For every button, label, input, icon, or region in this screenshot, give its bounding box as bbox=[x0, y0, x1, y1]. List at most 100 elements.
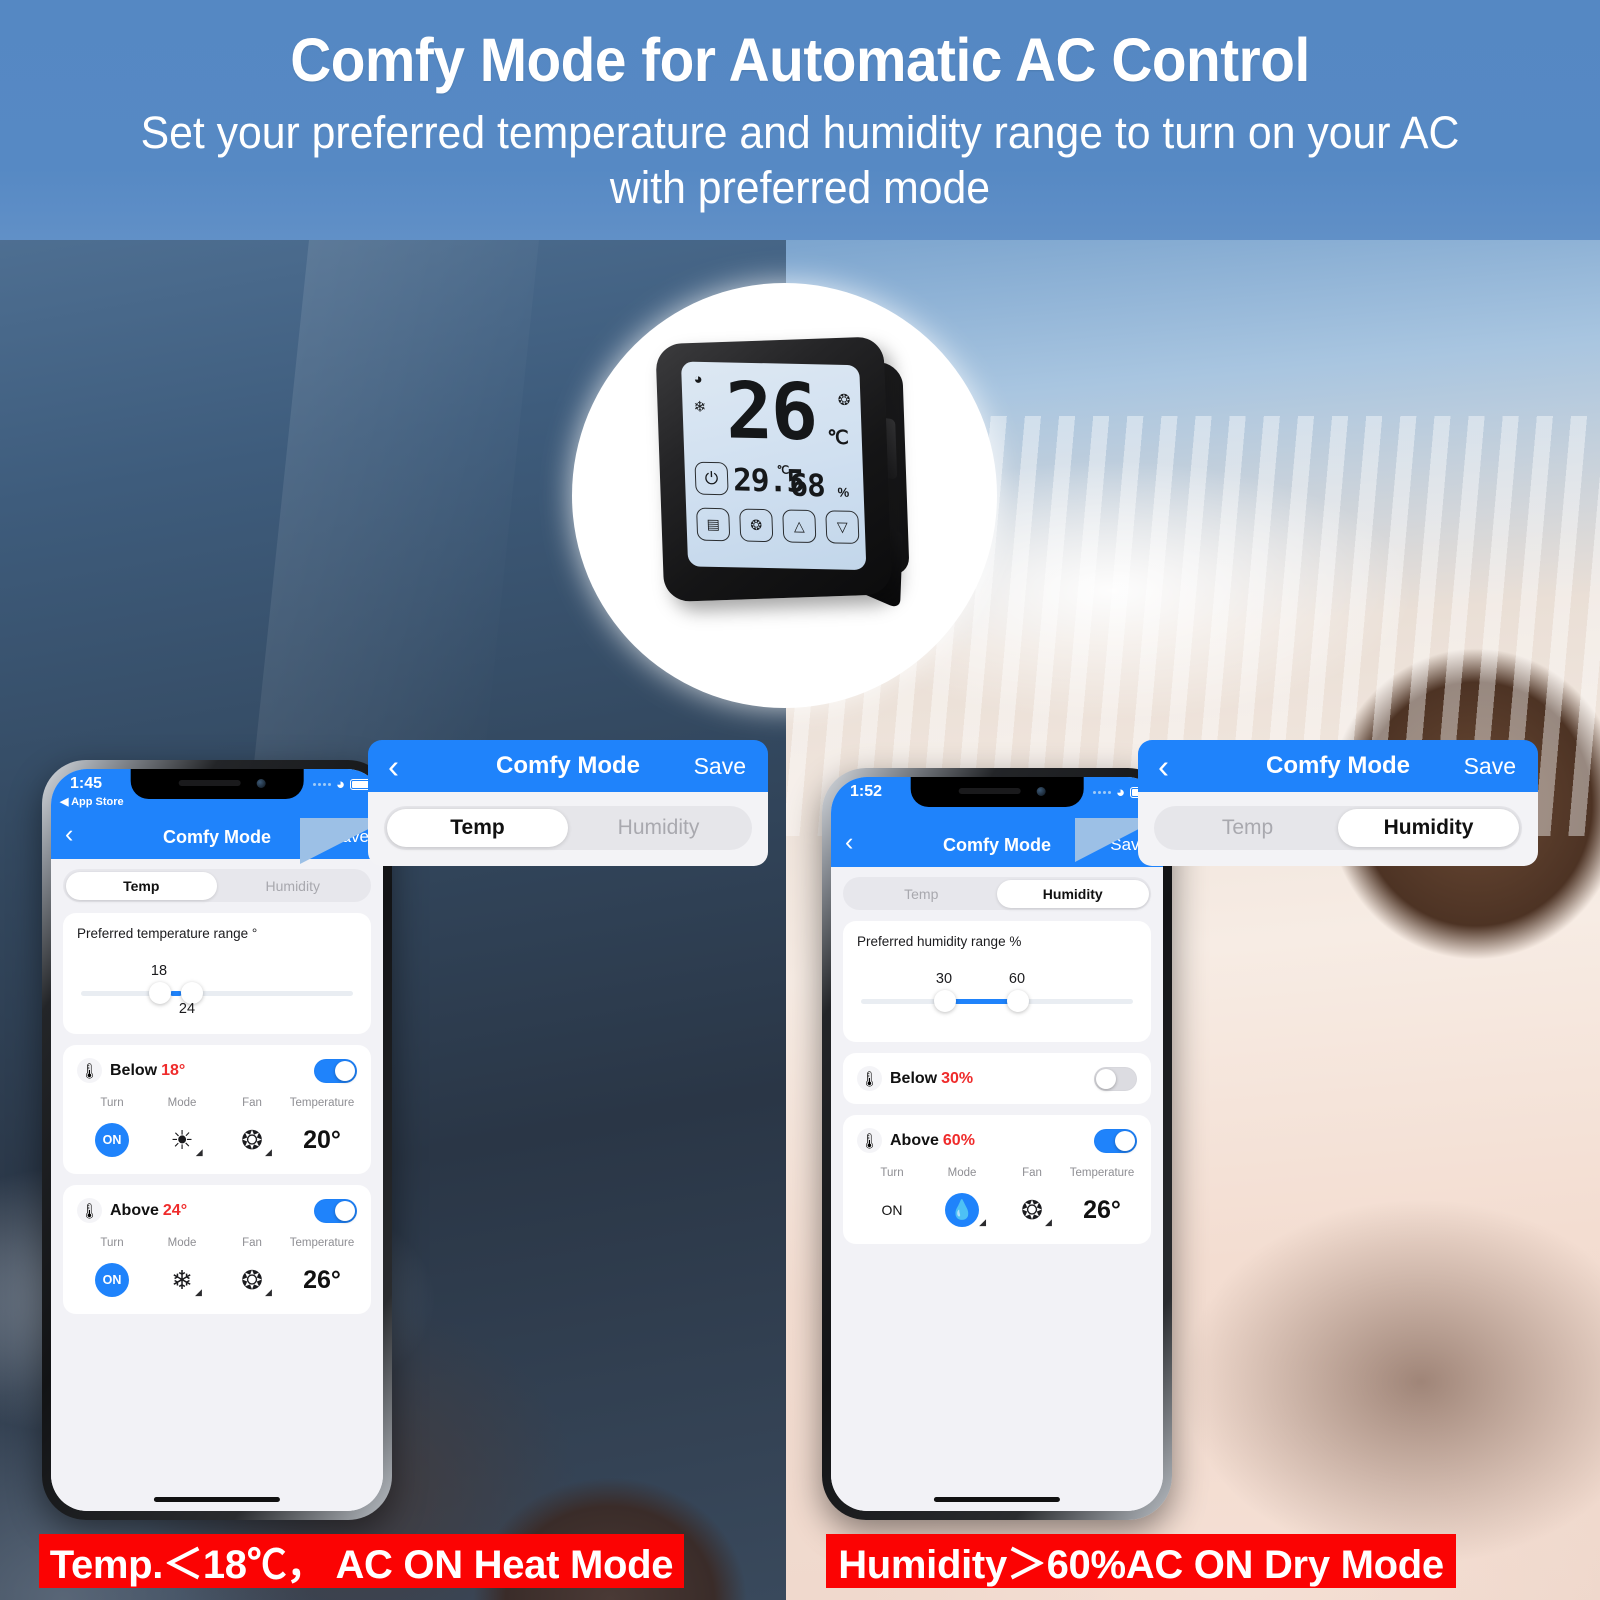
back-button[interactable]: ‹ bbox=[388, 750, 399, 783]
col-label: Turn bbox=[880, 1167, 904, 1179]
callout-body-left: Temp Humidity bbox=[368, 792, 768, 866]
tab-temp[interactable]: Temp bbox=[846, 880, 998, 908]
water-drop-dry-icon[interactable]: 💧 ◢ bbox=[945, 1193, 986, 1227]
device-humidity: 68 bbox=[788, 467, 826, 505]
humidity-range-slider[interactable]: 30 60 bbox=[857, 955, 1137, 1027]
dropdown-corner-icon: ◢ bbox=[194, 1286, 202, 1297]
rule-toggle[interactable] bbox=[314, 1058, 357, 1083]
back-button[interactable]: ‹ bbox=[845, 830, 853, 855]
range-card-left: Preferred temperature range ° 18 24 bbox=[63, 913, 371, 1034]
rule-card-above: 🌡 Above 24° Turn ON Mode ❄ ◢ Fan ❂ ◢ Tem… bbox=[63, 1185, 371, 1314]
tab-temp[interactable]: Temp bbox=[1157, 809, 1338, 847]
rule-condition-value: 60% bbox=[942, 1131, 975, 1149]
thermometer-icon: 🌡 bbox=[857, 1128, 882, 1153]
tab-humidity[interactable]: Humidity bbox=[217, 872, 369, 900]
header-banner: Comfy Mode for Automatic AC Control Set … bbox=[0, 0, 1600, 240]
arrow-up-icon[interactable]: △ bbox=[782, 509, 817, 544]
tab-temp[interactable]: Temp bbox=[65, 871, 217, 900]
callout-tab-group-right: Temp Humidity bbox=[1154, 806, 1522, 850]
col-label: Temperature bbox=[1069, 1167, 1135, 1179]
fan-icon[interactable]: ❂ ◢ bbox=[241, 1265, 272, 1297]
rule-condition-value: 18° bbox=[161, 1061, 186, 1079]
status-time: 1:52 bbox=[850, 783, 883, 800]
col-temperature: Temperature 26° bbox=[1067, 1167, 1137, 1229]
temperature-range-slider[interactable]: 18 24 bbox=[77, 947, 357, 1019]
device-lcd-screen: ◕ ❄ ❂ 26 ℃ ⏻ 29.5 ℃ 68 % ▤ ❂ △ ▽ bbox=[680, 361, 867, 571]
rule-toggle[interactable] bbox=[1094, 1066, 1137, 1091]
tab-humidity[interactable]: Humidity bbox=[1338, 809, 1519, 847]
save-button[interactable]: Save bbox=[1464, 753, 1516, 780]
page-subtitle: Set your preferred temperature and humid… bbox=[140, 107, 1460, 213]
callout-nav-left: ‹ Comfy Mode Save bbox=[368, 740, 768, 792]
callout-left: ‹ Comfy Mode Save Temp Humidity bbox=[368, 740, 768, 866]
target-temperature[interactable]: 26° bbox=[303, 1266, 341, 1295]
slider-thumb-high[interactable] bbox=[1007, 990, 1029, 1012]
range-card-title: Preferred temperature range ° bbox=[77, 926, 258, 941]
dropdown-corner-icon: ◢ bbox=[264, 1146, 272, 1157]
home-indicator[interactable] bbox=[933, 1497, 1061, 1502]
col-mode: Mode ❄ ◢ bbox=[147, 1237, 217, 1299]
target-temperature[interactable]: 26° bbox=[1083, 1196, 1121, 1225]
rule-toggle[interactable] bbox=[1094, 1128, 1137, 1153]
col-turn: Turn ON bbox=[77, 1097, 147, 1159]
mode-grid-icon[interactable]: ▤ bbox=[696, 507, 731, 542]
status-app-back-link[interactable]: ◀ App Store bbox=[60, 795, 124, 808]
col-label: Mode bbox=[167, 1237, 197, 1249]
col-turn: Turn ON bbox=[857, 1167, 927, 1229]
rule-card-below: 🌡 Below 18° Turn ON Mode ☀ ◢ Fan ❂ ◢ Tem… bbox=[63, 1045, 371, 1174]
col-label: Temperature bbox=[289, 1237, 355, 1249]
phone-left-screen: 1:45 ◀ App Store ◕ ‹ Comfy Mode Save Tem… bbox=[51, 769, 383, 1511]
content-right: Temp Humidity Preferred humidity range %… bbox=[831, 867, 1163, 1511]
callout-body-right: Temp Humidity bbox=[1138, 792, 1538, 866]
callout-right: ‹ Comfy Mode Save Temp Humidity bbox=[1138, 740, 1538, 866]
callout-tab-group-left: Temp Humidity bbox=[384, 806, 752, 850]
banner-left: Temp.＜18℃， AC ON Heat Mode bbox=[39, 1534, 684, 1588]
rule-action-grid: Turn ON Mode ❄ ◢ Fan ❂ ◢ Temperature 26° bbox=[77, 1237, 357, 1299]
thermometer-icon: 🌡 bbox=[857, 1066, 882, 1091]
tab-group-left: Temp Humidity bbox=[63, 869, 371, 902]
rule-condition-label: Above bbox=[110, 1201, 159, 1219]
col-mode: Mode 💧 ◢ bbox=[927, 1167, 997, 1229]
range-card-title: Preferred humidity range % bbox=[857, 934, 1022, 949]
page-title: Comfy Mode for Automatic AC Control bbox=[290, 26, 1310, 94]
tab-humidity[interactable]: Humidity bbox=[997, 879, 1149, 908]
slider-low-label: 30 bbox=[935, 971, 953, 987]
rule-condition-value: 30% bbox=[941, 1069, 974, 1087]
phone-notch-left bbox=[130, 769, 304, 799]
turn-on-badge[interactable]: ON bbox=[95, 1263, 129, 1297]
rule-toggle[interactable] bbox=[314, 1198, 357, 1223]
turn-on-label[interactable]: ON bbox=[882, 1202, 903, 1218]
back-button[interactable]: ‹ bbox=[65, 822, 73, 847]
power-icon[interactable]: ⏻ bbox=[694, 461, 729, 496]
device-current-temperature-unit: ℃ bbox=[776, 464, 790, 477]
phone-right: 1:52 ◕ ‹ Comfy Mode Save Temp Humidity P… bbox=[822, 768, 1172, 1520]
device-set-unit: ℃ bbox=[827, 427, 850, 449]
snowflake-cool-icon[interactable]: ❄ ◢ bbox=[171, 1265, 202, 1297]
rule-action-grid: Turn ON Mode 💧 ◢ Fan ❂ ◢ Temperature 26° bbox=[857, 1167, 1137, 1229]
target-temperature[interactable]: 20° bbox=[303, 1126, 341, 1155]
back-button[interactable]: ‹ bbox=[1158, 750, 1169, 783]
rule-condition: Below 30% bbox=[890, 1070, 973, 1088]
front-camera bbox=[1036, 787, 1046, 796]
home-indicator[interactable] bbox=[153, 1497, 281, 1502]
col-label: Turn bbox=[100, 1237, 124, 1249]
phone-notch-right bbox=[910, 777, 1084, 807]
rule-card-above-humidity: 🌡 Above 60% Turn ON Mode 💧 ◢ Fan ❂ ◢ Tem… bbox=[843, 1115, 1151, 1244]
save-button[interactable]: Save bbox=[694, 753, 746, 780]
fan-button-icon[interactable]: ❂ bbox=[739, 508, 774, 543]
slider-thumb-low[interactable] bbox=[934, 990, 956, 1012]
rule-action-grid: Turn ON Mode ☀ ◢ Fan ❂ ◢ Temperature 20° bbox=[77, 1097, 357, 1159]
col-fan: Fan ❂ ◢ bbox=[997, 1167, 1067, 1229]
sun-heat-icon[interactable]: ☀ ◢ bbox=[170, 1125, 202, 1157]
tab-temp[interactable]: Temp bbox=[387, 809, 568, 847]
arrow-down-icon[interactable]: ▽ bbox=[825, 510, 860, 544]
fan-icon[interactable]: ❂ ◢ bbox=[241, 1125, 272, 1157]
col-mode: Mode ☀ ◢ bbox=[147, 1097, 217, 1159]
col-turn: Turn ON bbox=[77, 1237, 147, 1299]
fan-icon[interactable]: ❂ ◢ bbox=[1021, 1195, 1052, 1227]
nav-title: Comfy Mode bbox=[1266, 752, 1410, 779]
turn-on-badge[interactable]: ON bbox=[95, 1123, 129, 1157]
tab-humidity[interactable]: Humidity bbox=[568, 809, 749, 847]
rule-condition: Above 60% bbox=[890, 1132, 975, 1150]
wifi-icon: ◕ bbox=[1115, 784, 1125, 801]
